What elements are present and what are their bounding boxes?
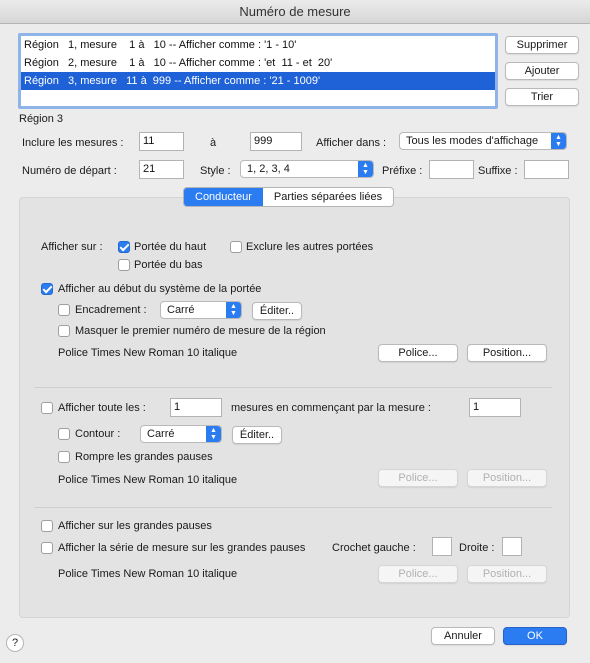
contour-popup[interactable]: Carré ▲ ▼ [140,425,222,443]
region-list[interactable]: Région 1, mesure 1 à 10 -- Afficher comm… [18,33,498,109]
starting-at-field[interactable]: 1 [469,398,521,417]
top-staff-checkbox[interactable] [118,241,130,253]
delete-button[interactable]: Supprimer [505,36,579,54]
font-info: Police Times New Roman 10 italique [58,568,238,580]
font-button[interactable]: Police... [378,565,458,583]
right-bracket-label: Droite : [459,542,495,554]
font-button[interactable]: Police... [378,344,458,362]
suffix-label: Suffixe : [478,165,518,177]
contour-checkbox[interactable] [58,428,70,440]
frame-checkbox[interactable] [58,304,70,316]
range-to-field[interactable]: 999 [250,132,302,151]
tab-score[interactable]: Conducteur [184,188,263,206]
divider [34,507,552,508]
frame-edit-button[interactable]: Éditer.. [252,302,302,320]
font-button[interactable]: Police... [378,469,458,487]
prefix-label: Préfixe : [382,165,423,177]
right-bracket-field[interactable] [502,537,522,556]
style-popup[interactable]: 1, 2, 3, 4 ▲ ▼ [240,160,374,178]
frame-value: Carré [167,304,195,316]
window-title: Numéro de mesure [0,0,590,24]
start-number-field[interactable]: 21 [139,160,184,179]
contour-label: Contour : [75,428,121,440]
display-in-popup[interactable]: Tous les modes d'affichage ▲ ▼ [399,132,567,150]
ok-button[interactable]: OK [503,627,567,645]
divider [34,387,552,388]
show-on-rests-checkbox[interactable] [41,520,53,532]
include-measures-label: Inclure les mesures : [22,137,124,149]
top-staff-label: Portée du haut [134,241,207,253]
position-button[interactable]: Position... [467,565,547,583]
range-to-label: à [210,137,217,149]
hide-first-checkbox[interactable] [58,325,70,337]
popup-arrows-icon: ▲ ▼ [206,426,221,442]
hide-first-label: Masquer le premier numéro de mesure de l… [75,325,326,337]
show-on-rests-label: Afficher sur les grandes pauses [58,520,212,532]
font-info: Police Times New Roman 10 italique [58,474,238,486]
break-rests-checkbox[interactable] [58,451,70,463]
region-label: Région 3 [19,113,64,125]
frame-label: Encadrement : [75,304,147,316]
view-tabs: Conducteur Parties séparées liées [183,187,395,207]
popup-arrows-icon: ▲ ▼ [358,161,373,177]
exclude-others-label: Exclure les autres portées [246,241,374,253]
position-button[interactable]: Position... [467,344,547,362]
show-on-label: Afficher sur : [41,241,103,253]
popup-arrows-icon: ▲ ▼ [226,302,241,318]
region-list-item[interactable]: Région 2, mesure 1 à 10 -- Afficher comm… [21,54,495,72]
help-button[interactable]: ? [6,634,24,652]
exclude-others-checkbox[interactable] [230,241,242,253]
frame-popup[interactable]: Carré ▲ ▼ [160,301,242,319]
display-in-value: Tous les modes d'affichage [406,135,539,147]
cancel-button[interactable]: Annuler [431,627,495,645]
region-list-item[interactable]: Région 1, mesure 1 à 10 -- Afficher comm… [21,36,495,54]
show-every-field[interactable]: 1 [170,398,222,417]
break-rests-label: Rompre les grandes pauses [75,451,213,463]
bottom-staff-label: Portée du bas [134,259,203,271]
bottom-staff-checkbox[interactable] [118,259,130,271]
style-label: Style : [200,165,231,177]
starting-at-label: mesures en commençant par la mesure : [231,402,431,414]
start-number-label: Numéro de départ : [22,165,117,177]
contour-value: Carré [147,428,175,440]
left-bracket-label: Crochet gauche : [332,542,416,554]
show-at-start-checkbox[interactable] [41,283,53,295]
style-value: 1, 2, 3, 4 [247,163,290,175]
prefix-field[interactable] [429,160,474,179]
sort-button[interactable]: Trier [505,88,579,106]
font-info: Police Times New Roman 10 italique [58,347,238,359]
show-every-checkbox[interactable] [41,402,53,414]
left-bracket-field[interactable] [432,537,452,556]
position-button[interactable]: Position... [467,469,547,487]
range-from-field[interactable]: 11 [139,132,184,151]
display-in-label: Afficher dans : [316,137,387,149]
show-series-label: Afficher la série de mesure sur les gran… [58,542,306,554]
show-at-start-label: Afficher au début du système de la porté… [58,283,262,295]
tab-linked-parts[interactable]: Parties séparées liées [263,188,393,206]
region-list-item-selected[interactable]: Région 3, mesure 11 à 999 -- Afficher co… [21,72,495,90]
show-every-label: Afficher toute les : [58,402,146,414]
suffix-field[interactable] [524,160,569,179]
popup-arrows-icon: ▲ ▼ [551,133,566,149]
add-button[interactable]: Ajouter [505,62,579,80]
show-series-checkbox[interactable] [41,542,53,554]
contour-edit-button[interactable]: Éditer.. [232,426,282,444]
